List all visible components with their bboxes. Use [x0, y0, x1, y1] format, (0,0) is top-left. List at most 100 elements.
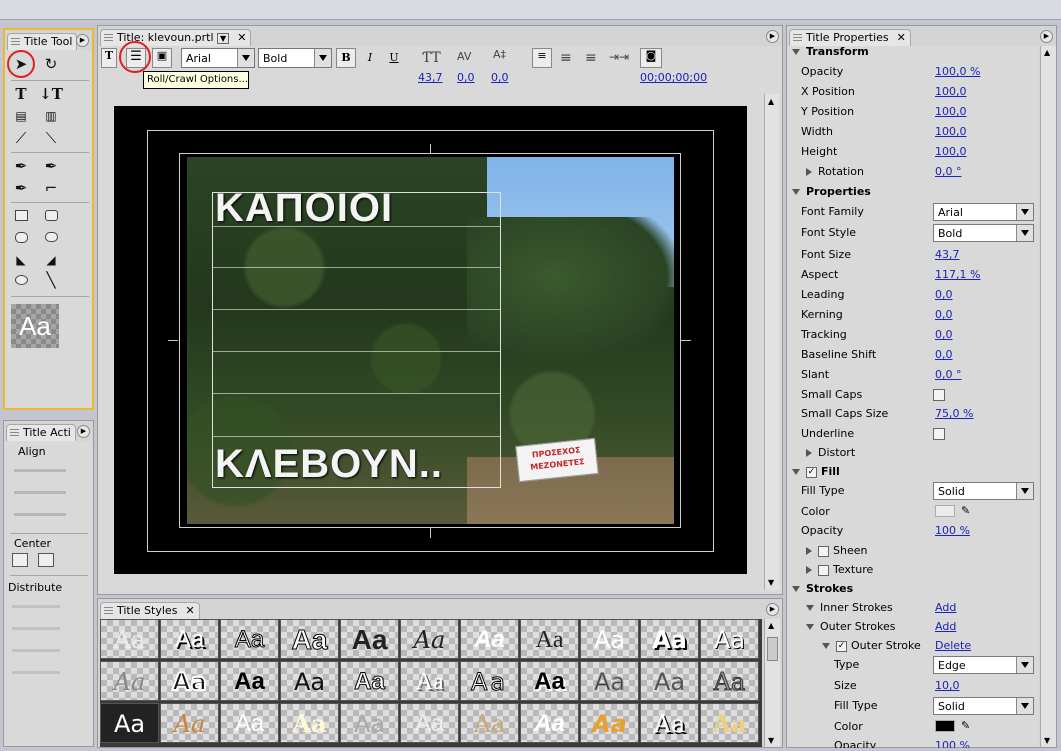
- style-swatch[interactable]: Aa: [340, 619, 399, 659]
- arc-tool-icon[interactable]: ◢: [39, 250, 63, 270]
- rectangle-tool-icon[interactable]: [15, 210, 28, 221]
- style-swatch[interactable]: Aa: [640, 619, 699, 659]
- tab-title-actions[interactable]: Title Acti: [6, 424, 76, 441]
- center-horizontal-button[interactable]: [12, 553, 28, 567]
- fill-header[interactable]: ✓ Fill: [790, 462, 1036, 482]
- rounded-corner-rectangle-tool-icon[interactable]: [45, 232, 58, 242]
- panel-menu-icon[interactable]: ▶: [76, 34, 89, 47]
- ellipse-tool-icon[interactable]: [15, 275, 28, 285]
- stroke-fill-type-dropdown[interactable]: Solid: [933, 697, 1034, 715]
- eyedropper-icon[interactable]: ✎: [961, 504, 970, 517]
- line-tool-icon[interactable]: ╲: [39, 270, 63, 290]
- center-vertical-button[interactable]: [38, 553, 54, 567]
- stroke-size-value[interactable]: 10,0: [935, 679, 960, 692]
- properties-scrollbar[interactable]: ▲ ▼: [1040, 46, 1056, 747]
- style-swatch[interactable]: Aa: [340, 661, 399, 701]
- tab-title-tools[interactable]: Title Tool: [7, 33, 78, 50]
- italic-button[interactable]: I: [360, 48, 380, 68]
- style-swatch[interactable]: Aa: [700, 661, 759, 701]
- panel-menu-icon[interactable]: ▶: [766, 30, 779, 43]
- font-style-dropdown[interactable]: Bold: [258, 48, 332, 68]
- vertical-type-tool-icon[interactable]: ↓T: [39, 84, 63, 104]
- style-swatch[interactable]: Aa: [700, 703, 759, 743]
- style-swatch[interactable]: Aa: [280, 703, 339, 743]
- pen-tool-icon[interactable]: ✒: [9, 156, 33, 176]
- panel-menu-icon[interactable]: ▶: [766, 603, 779, 616]
- font-dropdown[interactable]: Arial: [181, 48, 255, 68]
- style-swatch[interactable]: Aa: [100, 703, 159, 743]
- style-swatch[interactable]: Aa: [400, 661, 459, 701]
- font-style-dropdown[interactable]: Bold: [933, 224, 1034, 242]
- align-center-icon[interactable]: ≡: [560, 50, 572, 66]
- prop-sheen[interactable]: Sheen: [790, 541, 1036, 561]
- font-size-value[interactable]: 43,7: [935, 248, 960, 261]
- slant-value[interactable]: 0,0 °: [935, 368, 962, 381]
- sheen-checkbox[interactable]: [818, 545, 829, 557]
- add-anchor-point-tool-icon[interactable]: ✒: [9, 178, 33, 198]
- fill-color-swatch[interactable]: [935, 505, 955, 517]
- style-swatch[interactable]: Aa: [100, 619, 159, 659]
- font-size-value[interactable]: 43,7: [418, 71, 443, 84]
- style-swatch[interactable]: Aa: [460, 661, 519, 701]
- add-outer-stroke-link[interactable]: Add: [935, 620, 956, 633]
- style-swatch[interactable]: Aa: [640, 703, 699, 743]
- panel-menu-icon[interactable]: ▶: [1040, 30, 1053, 43]
- leading-value[interactable]: 0,0: [935, 288, 953, 301]
- show-video-button[interactable]: ◙: [640, 48, 662, 68]
- style-swatch[interactable]: Aa: [160, 703, 219, 743]
- outer-stroke-checkbox[interactable]: ✓: [836, 640, 847, 652]
- clipped-corner-rectangle-tool-icon[interactable]: [15, 232, 28, 243]
- background-video-button[interactable]: ▣: [152, 48, 172, 68]
- fill-checkbox[interactable]: ✓: [806, 466, 817, 478]
- style-swatch[interactable]: Aa: [400, 619, 459, 659]
- tab-stops-icon[interactable]: ⇥⇥: [609, 50, 629, 64]
- stroke-color-swatch[interactable]: [935, 720, 955, 732]
- style-swatch[interactable]: Aa: [220, 703, 279, 743]
- properties-header[interactable]: Properties: [790, 182, 1036, 202]
- panel-menu-icon[interactable]: ▶: [77, 425, 90, 438]
- aspect-value[interactable]: 117,1 %: [935, 268, 980, 281]
- height-value[interactable]: 100,0: [935, 145, 967, 158]
- baseline-shift-value[interactable]: 0,0: [935, 348, 953, 361]
- wedge-tool-icon[interactable]: ◣: [9, 250, 33, 270]
- canvas-scrollbar[interactable]: ▲ ▼: [764, 94, 779, 590]
- delete-outer-stroke-link[interactable]: Delete: [935, 639, 971, 652]
- title-text-bottom[interactable]: ΚΛΕΒΟΥΝ..: [215, 442, 443, 487]
- style-swatch[interactable]: Aa: [520, 619, 579, 659]
- width-value[interactable]: 100,0: [935, 125, 967, 138]
- style-swatch[interactable]: Aa: [160, 661, 219, 701]
- style-swatch[interactable]: Aa: [340, 703, 399, 743]
- rotation-value[interactable]: 0,0 °: [935, 165, 962, 178]
- y-position-value[interactable]: 100,0: [935, 105, 967, 118]
- templates-button[interactable]: T: [101, 48, 117, 68]
- style-swatch[interactable]: Aa: [520, 661, 579, 701]
- style-swatch[interactable]: Aa: [220, 661, 279, 701]
- style-swatch[interactable]: Aa: [580, 661, 639, 701]
- add-inner-stroke-link[interactable]: Add: [935, 601, 956, 614]
- prop-texture[interactable]: Texture: [790, 560, 1036, 580]
- underline-button[interactable]: U: [384, 48, 404, 68]
- rounded-rectangle-tool-icon[interactable]: [45, 210, 58, 221]
- opacity-value[interactable]: 100,0 %: [935, 65, 980, 78]
- style-swatch[interactable]: Aa: [640, 661, 699, 701]
- styles-scrollbar[interactable]: ▲ ▼: [764, 619, 780, 747]
- style-swatch[interactable]: Aa: [100, 661, 159, 701]
- transform-header[interactable]: Transform: [790, 42, 1036, 62]
- timecode-value[interactable]: 00;00;00;00: [640, 71, 707, 84]
- fill-opacity-value[interactable]: 100 %: [935, 524, 970, 537]
- convert-anchor-point-tool-icon[interactable]: ⌐: [39, 178, 63, 198]
- strokes-header[interactable]: Strokes: [790, 579, 1036, 599]
- style-swatch[interactable]: Aa: [580, 619, 639, 659]
- texture-checkbox[interactable]: [818, 564, 829, 576]
- underline-checkbox[interactable]: [933, 428, 945, 440]
- title-text-top[interactable]: ΚΑΠΟΙΟΙ: [215, 186, 393, 231]
- prop-distort[interactable]: Distort: [790, 443, 1036, 463]
- delete-anchor-point-tool-icon[interactable]: ✒: [39, 156, 63, 176]
- eyedropper-icon[interactable]: ✎: [961, 719, 970, 732]
- area-type-tool-icon[interactable]: ▤: [9, 106, 33, 126]
- type-tool-icon[interactable]: T: [9, 84, 33, 104]
- style-swatch[interactable]: Aa: [160, 619, 219, 659]
- leading-value[interactable]: 0,0: [491, 71, 509, 84]
- tracking-value[interactable]: 0,0: [935, 328, 953, 341]
- small-caps-checkbox[interactable]: [933, 389, 945, 401]
